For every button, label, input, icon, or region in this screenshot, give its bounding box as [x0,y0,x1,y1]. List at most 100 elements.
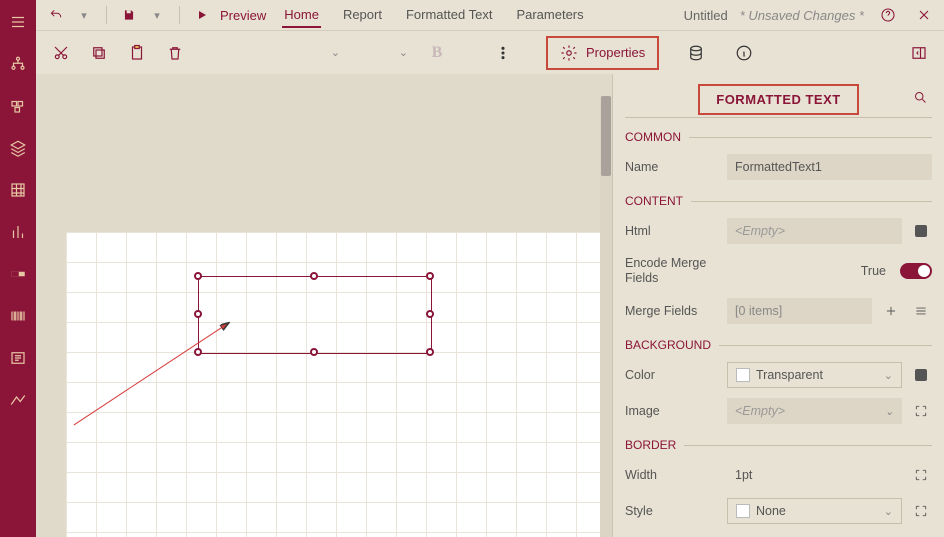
resize-handle-nw[interactable] [194,272,202,280]
group-icon[interactable] [4,92,32,120]
color-field[interactable]: Transparent ⌄ [727,362,902,388]
play-icon[interactable] [190,3,214,27]
panel-toggle-icon[interactable] [904,38,934,68]
top-menu-bar: ▾ ▾ Preview Home Report Formatted Text P… [36,0,944,30]
section-background: BACKGROUND [625,338,932,352]
html-label: Html [625,224,719,238]
main-tabs: Home Report Formatted Text Parameters [282,3,585,28]
color-action-icon[interactable] [915,369,927,381]
prop-html: Html <Empty> [625,216,932,246]
name-label: Name [625,160,719,174]
gear-icon [560,44,578,62]
barcode-icon[interactable] [4,302,32,330]
bwidth-label: Width [625,468,719,482]
doc-title: Untitled [684,8,728,23]
html-field[interactable]: <Empty> [727,218,902,244]
copy-icon[interactable] [84,38,114,68]
panel-header: FORMATTED TEXT [625,82,932,118]
formatted-text-icon[interactable] [4,344,32,372]
image-field[interactable]: <Empty>⌄ [727,398,902,424]
resize-handle-se[interactable] [426,348,434,356]
selected-element[interactable] [198,276,432,354]
properties-button[interactable]: Properties [546,36,659,70]
resize-handle-w[interactable] [194,310,202,318]
prop-border-width: Width 1pt [625,460,932,490]
bstyle-field[interactable]: None ⌄ [727,498,902,524]
bold-icon[interactable]: B [422,38,452,68]
prop-border-style: Style None ⌄ [625,496,932,526]
grid-icon[interactable] [4,176,32,204]
bstyle-label: Style [625,504,719,518]
resize-handle-n[interactable] [310,272,318,280]
encode-value: True [861,264,886,278]
prop-merge: Merge Fields [0 items] [625,296,932,326]
encode-toggle[interactable] [900,263,932,279]
undo-chevron-icon[interactable]: ▾ [72,3,96,27]
left-toolbar [0,0,36,537]
merge-add-icon[interactable] [880,300,902,322]
more-options-icon[interactable] [488,38,518,68]
cut-icon[interactable] [46,38,76,68]
bwidth-expand-icon[interactable] [910,464,932,486]
html-action-icon[interactable] [915,225,927,237]
name-field[interactable]: FormattedText1 [727,154,932,180]
prop-bgcolor: Color Transparent ⌄ [625,360,932,390]
report-page[interactable] [66,232,600,537]
section-content: CONTENT [625,194,932,208]
image-expand-icon[interactable] [910,400,932,422]
image-label: Image [625,404,719,418]
menu-icon[interactable] [4,8,32,36]
hierarchy-icon[interactable] [4,50,32,78]
resize-handle-ne[interactable] [426,272,434,280]
info-icon[interactable] [729,38,759,68]
properties-panel: FORMATTED TEXT COMMON Name FormattedText… [612,74,944,537]
color-label: Color [625,368,719,382]
preview-label[interactable]: Preview [220,8,266,23]
save-icon[interactable] [117,3,141,27]
search-icon[interactable] [913,90,928,108]
database-icon[interactable] [681,38,711,68]
vertical-scrollbar[interactable] [600,96,612,537]
merge-field[interactable]: [0 items] [727,298,872,324]
properties-label: Properties [586,45,645,60]
section-common: COMMON [625,130,932,144]
prop-bgimage: Image <Empty>⌄ [625,396,932,426]
font-size-dropdown[interactable]: ⌄ [354,40,414,66]
resize-handle-sw[interactable] [194,348,202,356]
layers-icon[interactable] [4,134,32,162]
canvas-viewport[interactable] [36,96,600,537]
tab-home[interactable]: Home [282,3,321,28]
chart-icon[interactable] [4,218,32,246]
progress-icon[interactable] [4,260,32,288]
bstyle-expand-icon[interactable] [910,500,932,522]
line-icon[interactable] [4,386,32,414]
canvas-area [36,74,612,537]
help-icon[interactable] [876,3,900,27]
panel-title: FORMATTED TEXT [698,84,858,115]
bstyle-value: None [756,504,786,518]
section-border: BORDER [625,438,932,452]
horizontal-ruler [36,74,612,96]
close-icon[interactable] [912,3,936,27]
tab-formatted-text[interactable]: Formatted Text [404,3,494,28]
color-value: Transparent [756,368,823,382]
save-chevron-icon[interactable]: ▾ [145,3,169,27]
tab-report[interactable]: Report [341,3,384,28]
delete-icon[interactable] [160,38,190,68]
merge-label: Merge Fields [625,304,719,318]
resize-handle-e[interactable] [426,310,434,318]
paste-icon[interactable] [122,38,152,68]
style-swatch [736,504,750,518]
prop-name: Name FormattedText1 [625,152,932,182]
bwidth-field[interactable]: 1pt [727,462,902,488]
color-swatch [736,368,750,382]
undo-icon[interactable] [44,3,68,27]
merge-list-icon[interactable] [910,300,932,322]
encode-label: Encode Merge Fields [625,256,719,286]
prop-encode: Encode Merge Fields True [625,252,932,290]
scrollbar-thumb[interactable] [601,96,611,176]
tab-parameters[interactable]: Parameters [514,3,585,28]
resize-handle-s[interactable] [310,348,318,356]
formatting-toolbar: ⌄ ⌄ B Properties [36,30,944,74]
font-family-dropdown[interactable]: ⌄ [246,40,346,66]
